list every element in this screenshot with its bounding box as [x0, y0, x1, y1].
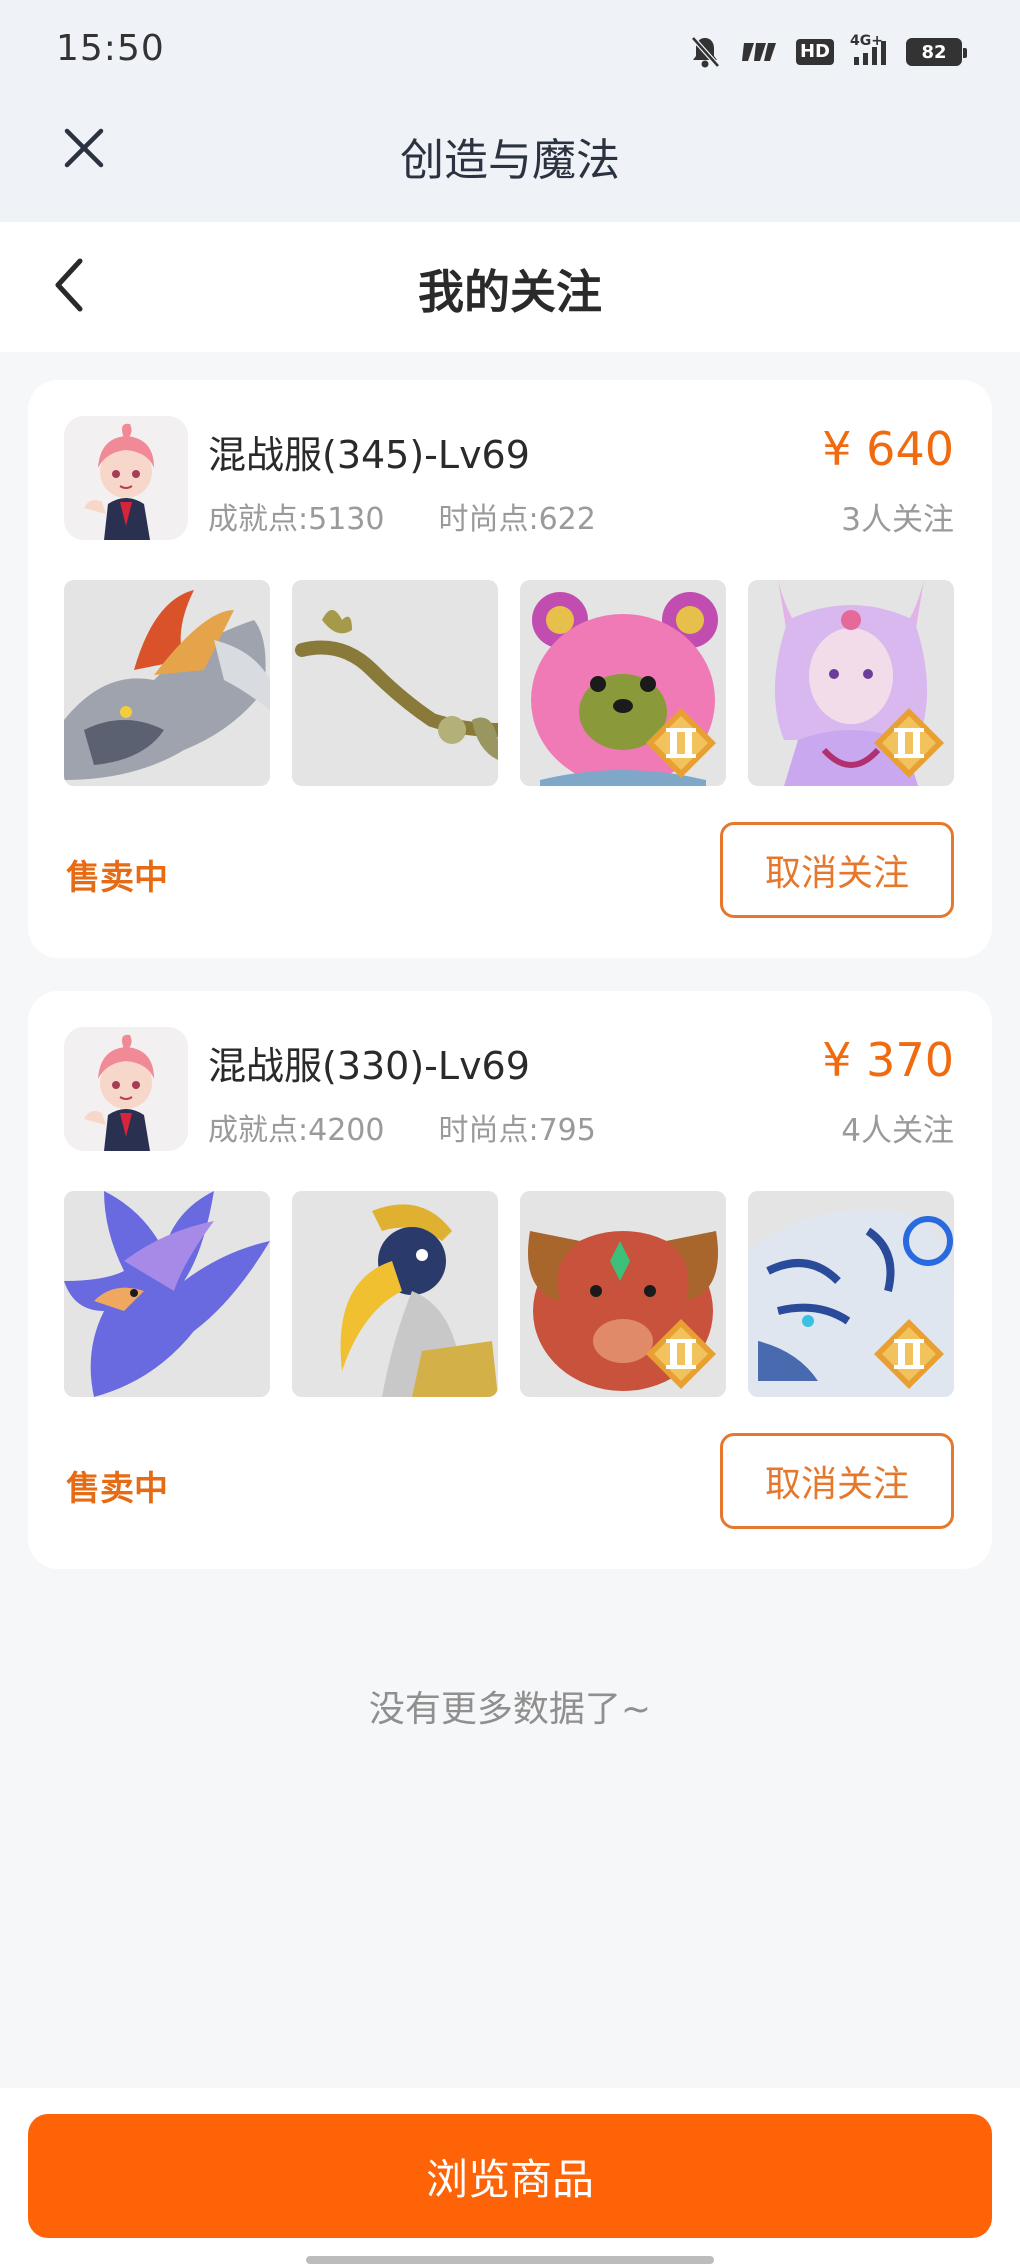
- list-end-message: 没有更多数据了~: [368, 1689, 652, 1730]
- battery-icon: 82: [906, 38, 967, 66]
- achievement-points: 成就点:5130: [208, 502, 385, 537]
- page-header: 我的关注: [0, 222, 1020, 352]
- server-name: 混战服(330)-Lv69: [208, 1044, 530, 1088]
- home-indicator[interactable]: [306, 2256, 714, 2264]
- follower-count: 4人关注: [841, 1113, 954, 1149]
- grade-badge-icon: [646, 1319, 716, 1389]
- status-icons: HD 4G+ 82: [690, 32, 967, 72]
- bottom-bar: 浏览商品: [0, 2088, 1020, 2267]
- item-thumbnails: [64, 1191, 954, 1397]
- status-bar: 15:50 HD 4G+ 82: [0, 0, 1020, 100]
- blue-phoenix-mount-image: [64, 1191, 270, 1397]
- data-speed-icon: [738, 40, 778, 64]
- followed-listing-card[interactable]: 混战服(345)-Lv69 成就点:5130 时尚点:622 ¥ 640 3人关注: [28, 380, 992, 958]
- hd-icon: HD: [795, 39, 834, 65]
- grade-badge-icon: [646, 708, 716, 778]
- sale-status: 售卖中: [66, 1469, 168, 1509]
- dragon-mount-image: [64, 580, 270, 786]
- top-area: 15:50 HD 4G+ 82 创造与魔法: [0, 0, 1020, 222]
- item-thumbnail[interactable]: [64, 1191, 270, 1397]
- item-thumbnail[interactable]: [748, 1191, 954, 1397]
- browse-products-button[interactable]: 浏览商品: [28, 2114, 992, 2238]
- follower-count: 3人关注: [841, 502, 954, 538]
- staff-item-image: [292, 580, 498, 786]
- app-title: 创造与魔法: [400, 135, 620, 186]
- fashion-points: 时尚点:795: [438, 1113, 596, 1148]
- unfollow-button[interactable]: 取消关注: [720, 822, 954, 918]
- item-thumbnail[interactable]: [64, 580, 270, 786]
- item-thumbnail[interactable]: [520, 580, 726, 786]
- followed-listing-card[interactable]: 混战服(330)-Lv69 成就点:4200 时尚点:795 ¥ 370 4人关注: [28, 991, 992, 1569]
- page-title: 我的关注: [418, 265, 602, 319]
- server-name: 混战服(345)-Lv69: [208, 433, 530, 477]
- status-time: 15:50: [56, 28, 165, 69]
- item-thumbnail[interactable]: [292, 1191, 498, 1397]
- unfollow-button[interactable]: 取消关注: [720, 1433, 954, 1529]
- achievement-points: 成就点:4200: [208, 1113, 385, 1148]
- item-thumbnail[interactable]: [520, 1191, 726, 1397]
- character-avatar: [64, 1027, 188, 1151]
- character-avatar: [64, 416, 188, 540]
- fashion-points: 时尚点:622: [438, 502, 596, 537]
- item-thumbnail[interactable]: [292, 580, 498, 786]
- stats: 成就点:4200 时尚点:795: [208, 1105, 596, 1149]
- price: ¥ 370: [822, 1033, 954, 1087]
- sale-status: 售卖中: [66, 858, 168, 898]
- grade-badge-icon: [874, 1319, 944, 1389]
- price: ¥ 640: [822, 422, 954, 476]
- stats: 成就点:5130 时尚点:622: [208, 494, 596, 538]
- bell-off-icon: [690, 35, 720, 69]
- item-thumbnails: [64, 580, 954, 786]
- grade-badge-icon: [874, 708, 944, 778]
- item-thumbnail[interactable]: [748, 580, 954, 786]
- hornbill-mount-image: [292, 1191, 498, 1397]
- signal-icon: 4G+: [850, 33, 888, 67]
- network-type: 4G+: [850, 33, 883, 49]
- app-header: 创造与魔法: [0, 100, 1020, 222]
